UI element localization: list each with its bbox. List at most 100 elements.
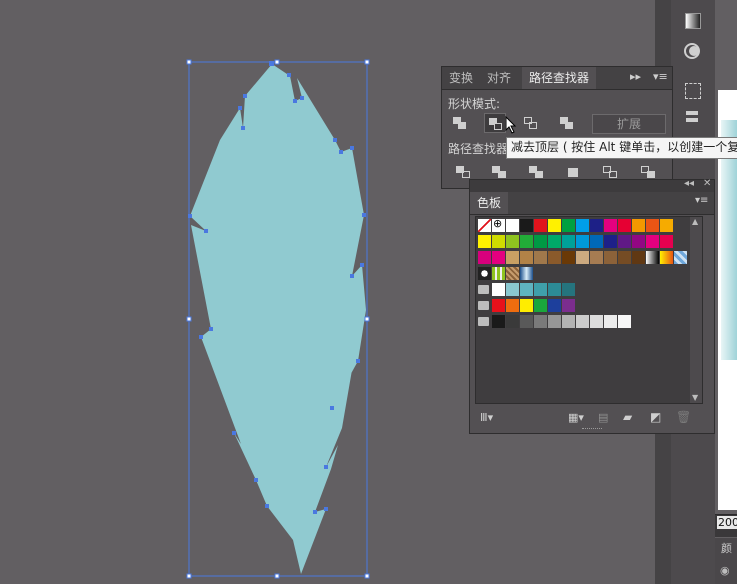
delete-swatch-icon[interactable]: 🗑 bbox=[676, 410, 691, 424]
swatch[interactable] bbox=[506, 299, 519, 312]
close-icon[interactable]: ✕ bbox=[703, 178, 711, 189]
color-group-folder-icon[interactable] bbox=[478, 317, 489, 326]
swatch[interactable] bbox=[632, 251, 645, 264]
swatch[interactable] bbox=[478, 235, 491, 248]
expand-button[interactable]: 扩展 bbox=[592, 114, 666, 134]
swatch[interactable] bbox=[534, 315, 547, 328]
swatch[interactable] bbox=[520, 219, 533, 232]
swatch[interactable] bbox=[478, 267, 491, 280]
swatch[interactable] bbox=[562, 251, 575, 264]
swatch[interactable] bbox=[604, 251, 617, 264]
swatch[interactable] bbox=[478, 251, 491, 264]
swatch[interactable] bbox=[646, 251, 659, 264]
swatch[interactable] bbox=[576, 315, 589, 328]
transparency-icon[interactable] bbox=[682, 40, 704, 62]
swatch[interactable] bbox=[562, 235, 575, 248]
swatch[interactable] bbox=[660, 235, 673, 248]
swatch[interactable] bbox=[604, 235, 617, 248]
swatch[interactable] bbox=[646, 235, 659, 248]
swatch[interactable] bbox=[548, 299, 561, 312]
swatch[interactable] bbox=[534, 219, 547, 232]
intersect-button[interactable] bbox=[520, 113, 542, 133]
swatch[interactable] bbox=[590, 235, 603, 248]
new-color-group-icon[interactable]: ▰ bbox=[623, 410, 632, 424]
collapse-arrows-icon[interactable]: ▸▸ bbox=[630, 70, 641, 83]
swatch[interactable] bbox=[506, 251, 519, 264]
swatch[interactable] bbox=[632, 219, 645, 232]
swatch[interactable] bbox=[478, 219, 491, 232]
swatch[interactable] bbox=[618, 219, 631, 232]
swatch[interactable] bbox=[492, 251, 505, 264]
tab-swatches[interactable]: 色板 bbox=[470, 192, 509, 214]
swatch[interactable] bbox=[520, 315, 533, 328]
panel-menu-icon[interactable]: ▾≡ bbox=[653, 70, 668, 83]
tab-align[interactable]: 对齐 bbox=[480, 67, 518, 89]
swatch[interactable] bbox=[632, 235, 645, 248]
layers-icon[interactable] bbox=[682, 108, 704, 130]
tab-pathfinder[interactable]: 路径查找器 bbox=[522, 67, 597, 89]
swatch[interactable] bbox=[506, 267, 519, 280]
swatch[interactable] bbox=[520, 235, 533, 248]
leaf-shape[interactable] bbox=[190, 64, 366, 574]
scroll-down-icon[interactable]: ▼ bbox=[692, 393, 698, 402]
swatch[interactable] bbox=[562, 299, 575, 312]
scrollbar[interactable]: ▲ ▼ bbox=[690, 217, 702, 403]
collapse-icon[interactable]: ◂◂ bbox=[684, 178, 694, 189]
swatch[interactable] bbox=[548, 315, 561, 328]
swatch[interactable] bbox=[576, 235, 589, 248]
swatch[interactable] bbox=[534, 235, 547, 248]
swatch[interactable] bbox=[660, 219, 673, 232]
swatch[interactable] bbox=[590, 219, 603, 232]
unite-button[interactable] bbox=[449, 113, 471, 133]
tab-transform[interactable]: 变换 bbox=[442, 67, 480, 89]
swatch[interactable] bbox=[520, 299, 533, 312]
swatch[interactable]: ⊕ bbox=[492, 217, 505, 232]
swatch[interactable] bbox=[520, 251, 533, 264]
swatch[interactable] bbox=[492, 315, 505, 328]
swatch[interactable] bbox=[520, 267, 533, 280]
swatch[interactable] bbox=[506, 283, 519, 296]
swatch[interactable] bbox=[534, 251, 547, 264]
swatch[interactable] bbox=[506, 235, 519, 248]
swatch[interactable] bbox=[674, 251, 687, 264]
swatch[interactable] bbox=[618, 315, 631, 328]
swatch[interactable] bbox=[604, 315, 617, 328]
exclude-button[interactable] bbox=[556, 113, 578, 133]
swatch[interactable] bbox=[576, 219, 589, 232]
swatch[interactable] bbox=[492, 299, 505, 312]
eye-icon[interactable]: ◉ bbox=[720, 564, 730, 577]
swatch[interactable] bbox=[492, 283, 505, 296]
swatch[interactable] bbox=[590, 251, 603, 264]
swatch[interactable] bbox=[618, 251, 631, 264]
swatch[interactable] bbox=[604, 219, 617, 232]
swatch[interactable] bbox=[618, 235, 631, 248]
swatch[interactable] bbox=[534, 283, 547, 296]
swatch[interactable] bbox=[576, 251, 589, 264]
swatch[interactable] bbox=[562, 219, 575, 232]
swatch[interactable] bbox=[548, 283, 561, 296]
color-group-folder-icon[interactable] bbox=[478, 285, 489, 294]
swatch[interactable] bbox=[534, 299, 547, 312]
color-group-folder-icon[interactable] bbox=[478, 301, 489, 310]
resize-grip[interactable] bbox=[582, 428, 602, 432]
swatch[interactable] bbox=[506, 219, 519, 232]
panel-menu-icon[interactable]: ▾≡ bbox=[695, 195, 708, 206]
swatch[interactable] bbox=[548, 251, 561, 264]
swatch[interactable] bbox=[590, 315, 603, 328]
zoom-value[interactable]: 200 bbox=[717, 516, 737, 529]
scroll-up-icon[interactable]: ▲ bbox=[692, 217, 698, 226]
swatch[interactable] bbox=[492, 235, 505, 248]
align-icon[interactable] bbox=[682, 80, 704, 102]
swatch[interactable] bbox=[660, 251, 673, 264]
swatch-libraries-icon[interactable]: Ⅲ▾ bbox=[480, 411, 493, 424]
show-swatch-kinds-icon[interactable]: ▦▾ bbox=[568, 411, 584, 424]
new-swatch-icon[interactable]: ◩ bbox=[650, 410, 661, 424]
swatch[interactable] bbox=[492, 267, 505, 280]
swatch[interactable] bbox=[548, 235, 561, 248]
swatch[interactable] bbox=[506, 315, 519, 328]
swatch-options-icon[interactable]: ▤ bbox=[598, 411, 608, 424]
swatch[interactable] bbox=[646, 219, 659, 232]
minus-front-button[interactable] bbox=[484, 113, 506, 133]
swatch[interactable] bbox=[562, 315, 575, 328]
swatch[interactable] bbox=[562, 283, 575, 296]
